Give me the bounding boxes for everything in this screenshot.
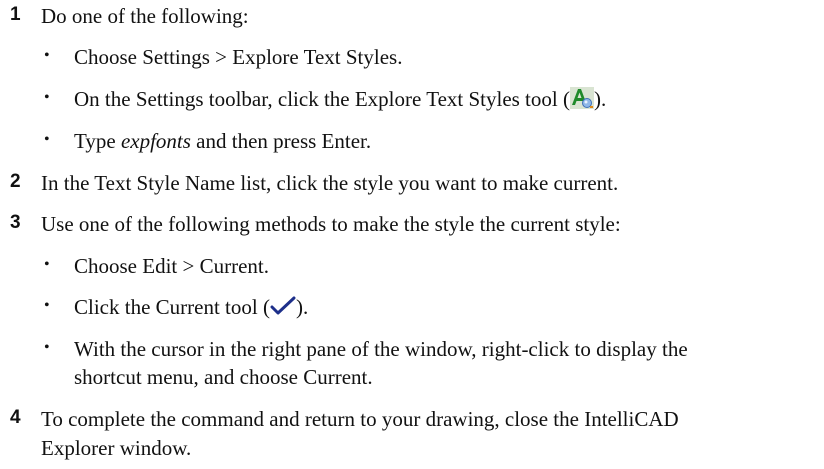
command-name: expfonts	[120, 129, 191, 153]
checkmark-icon	[270, 295, 296, 323]
bullet-text: Choose Edit > Current.	[74, 254, 269, 278]
bullet-marker: •	[44, 256, 50, 273]
explore-text-styles-icon	[569, 86, 594, 116]
bullet-text-line-2: shortcut menu, and choose Current.	[74, 365, 373, 389]
bullet-text: Choose Settings > Explore Text Styles.	[74, 45, 403, 69]
bullet-marker: •	[44, 89, 50, 106]
bullet-text: Type expfonts and then press Enter.	[74, 127, 804, 155]
bullet-marker: •	[44, 131, 50, 148]
bullet-text: Click the Current tool ( ).	[74, 293, 804, 323]
bullet-text-before: Type	[74, 129, 121, 153]
step-number: 2	[10, 171, 21, 192]
bullet-marker: •	[44, 339, 50, 356]
step-number: 4	[10, 407, 21, 428]
bullet-marker: •	[44, 297, 50, 314]
bullet-text-after: ).	[593, 87, 607, 111]
step-text-line-1: To complete the command and return to yo…	[41, 407, 679, 431]
bullet-marker: •	[44, 47, 50, 64]
bullet-text: On the Settings toolbar, click the Explo…	[74, 85, 804, 116]
bullet-text-after: and then press Enter.	[190, 129, 372, 153]
step-number: 1	[10, 4, 21, 25]
step-text: In the Text Style Name list, click the s…	[41, 171, 619, 195]
step-text: Use one of the following methods to make…	[41, 212, 621, 236]
bullet-text-after: ).	[295, 295, 309, 319]
bullet-text-before: On the Settings toolbar, click the Explo…	[74, 87, 570, 111]
bullet-text-before: Click the Current tool (	[74, 295, 270, 319]
step-text-line-2: Explorer window.	[41, 436, 192, 460]
instruction-document: 1 Do one of the following: • Choose Sett…	[0, 0, 824, 469]
bullet-text-line-1: With the cursor in the right pane of the…	[74, 337, 688, 361]
step-number: 3	[10, 212, 21, 233]
step-text: Do one of the following:	[41, 4, 249, 28]
